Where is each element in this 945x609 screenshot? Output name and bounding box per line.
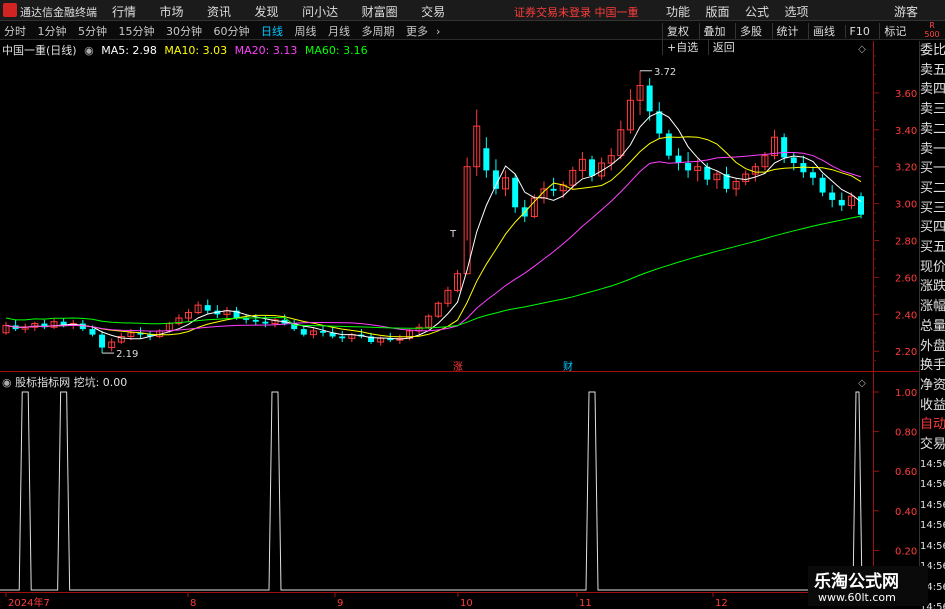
quote-label: 委比	[920, 43, 945, 58]
settings-icon[interactable]: ◉	[2, 376, 12, 389]
indicator-tick-label: 1.00	[895, 388, 917, 399]
price-tick-label: 3.40	[895, 126, 917, 137]
indicator-legend: ◉ 股标指标网 挖坑: 0.00	[2, 374, 127, 390]
candle-body	[99, 334, 106, 348]
auto-trade-label[interactable]: 自动	[920, 415, 945, 435]
ma10-line	[5, 136, 862, 338]
stock-name: 中国一重(日线)	[2, 44, 77, 57]
candle-body	[252, 319, 259, 322]
trade-label[interactable]: 交易	[920, 435, 945, 455]
ma5-label: MA5: 2.98	[101, 44, 157, 57]
candle-body	[262, 321, 269, 324]
price-legend: 中国一重(日线) ◉ MA5: 2.98 MA10: 3.03 MA20: 3.…	[2, 42, 372, 58]
ma20-label: MA20: 3.13	[234, 44, 298, 57]
price-tick-label: 3.00	[895, 200, 917, 211]
indicator-value: 挖坑: 0.00	[73, 376, 128, 389]
watermark-url: www.60lt.com	[818, 591, 896, 604]
quote-label: 卖五	[920, 62, 945, 78]
price-tick-label: 3.60	[895, 89, 917, 100]
time-cell: 14:56	[920, 499, 945, 511]
candle-body	[819, 177, 826, 193]
quote-side-panel: 委比 卖五 卖四 卖三 卖二 卖一 买一 买二 买三 买四 买五 现价 涨跌 涨…	[919, 41, 945, 609]
quote-label: 卖三	[920, 102, 945, 118]
quote-label: 换手	[920, 358, 945, 374]
quote-label: 买三	[920, 200, 945, 216]
candle-body	[89, 329, 96, 335]
time-cell: 14:56	[920, 479, 945, 491]
quote-label: 涨幅	[920, 299, 945, 315]
x-tick-label: 11	[579, 598, 592, 609]
candle-body	[300, 329, 307, 335]
indicator-tick-label: 0.40	[895, 507, 917, 518]
low-marker-label: 2.19	[116, 349, 138, 360]
indicator-tick-label: 0.60	[895, 467, 917, 478]
ma20-line	[5, 152, 862, 332]
candle-body	[858, 196, 864, 215]
quote-label: 卖二	[920, 121, 945, 137]
quote-label: 买二	[920, 180, 945, 196]
candle-body	[675, 155, 682, 164]
candle-body	[339, 336, 346, 339]
candle-body	[685, 163, 692, 171]
indicator-tick-label: 0.80	[895, 428, 917, 439]
candle-body	[781, 137, 788, 158]
candle-body	[646, 85, 653, 112]
ma10-label: MA10: 3.03	[164, 44, 228, 57]
x-tick-label: 9	[337, 598, 343, 609]
quote-label: 总量	[920, 318, 945, 334]
candle-body	[829, 192, 836, 200]
watermark-title: 乐淘公式网	[814, 572, 899, 592]
price-tick-label: 2.80	[895, 237, 917, 248]
candle-body	[790, 157, 797, 164]
diamond-icon: ◇	[858, 44, 866, 55]
time-cell: 14:56	[920, 458, 945, 470]
candle-body	[512, 177, 519, 208]
quote-label: 卖一	[920, 141, 945, 157]
high-marker-label: 3.72	[654, 67, 676, 78]
price-tick-label: 2.20	[895, 347, 917, 358]
t-marker: T	[449, 229, 457, 240]
diamond-icon: ◇	[858, 378, 866, 389]
ma60-label: MA60: 3.16	[304, 44, 368, 57]
candle-body	[838, 199, 845, 206]
price-tick-label: 3.20	[895, 163, 917, 174]
x-tick-label: 12	[715, 598, 728, 609]
zhang-marker: 涨	[453, 361, 463, 373]
candle-body	[656, 111, 663, 134]
candle-body	[204, 305, 211, 311]
candle-body	[589, 159, 596, 176]
indicator-tick-label: 0.20	[895, 546, 917, 557]
x-tick-label: 8	[190, 598, 196, 609]
indicator-name: 股标指标网	[15, 376, 71, 389]
x-tick-label: 10	[460, 598, 473, 609]
quote-label: 卖四	[920, 82, 945, 98]
time-cell: 14:56	[920, 540, 945, 552]
quote-label: 买四	[920, 220, 945, 236]
quote-label: 买一	[920, 161, 945, 177]
quote-label: 净资	[920, 377, 945, 393]
indicator-line	[0, 391, 873, 591]
ma5-line	[5, 111, 862, 340]
candle-body	[809, 172, 816, 178]
cai-marker: 财	[563, 360, 573, 373]
settings-icon[interactable]: ◉	[84, 44, 94, 57]
candle-body	[704, 166, 711, 180]
ma60-line	[5, 215, 862, 329]
quote-label: 外盘	[920, 338, 945, 354]
quote-label: 收益	[920, 397, 945, 413]
x-tick-label: 2024年7	[8, 596, 50, 609]
candle-body	[550, 188, 557, 191]
time-cell: 14:56	[920, 520, 945, 532]
kline-chart[interactable]: 3.60 3.40 3.20 3.00 2.80 2.60 2.40 2.20 3.72 2.19…	[0, 0, 945, 609]
quote-label: 现价	[920, 259, 945, 275]
price-tick-label: 2.60	[895, 273, 917, 284]
candle-body	[483, 148, 490, 171]
quote-label: 涨跌	[920, 279, 945, 295]
price-tick-label: 2.40	[895, 310, 917, 321]
quote-label: 买五	[920, 240, 945, 256]
